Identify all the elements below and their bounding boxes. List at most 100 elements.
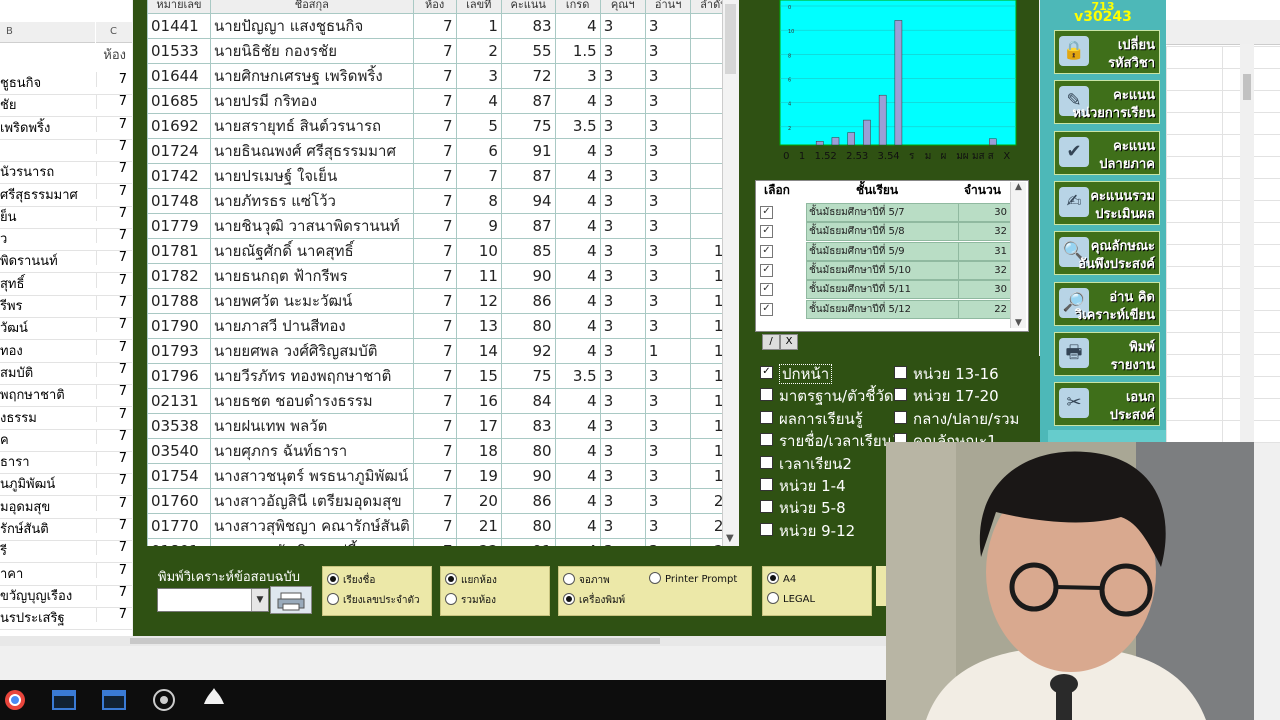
score-cell[interactable]: 1 [644, 338, 692, 364]
score-cell[interactable]: 4 [554, 238, 601, 264]
score-cell[interactable]: 91 [500, 538, 556, 546]
student-id-cell[interactable]: 01770 [147, 513, 211, 539]
score-cell[interactable]: 4 [554, 488, 601, 514]
table-row[interactable]: 01790นายภาสวี ปานสีทอง7138043313 [147, 313, 737, 339]
score-cell[interactable]: 3 [455, 63, 502, 89]
score-cell[interactable]: 3 [644, 263, 692, 289]
score-cell[interactable]: 19 [455, 463, 502, 489]
clear-all-button[interactable]: X [780, 334, 798, 350]
sheet-row[interactable]: ค7 [0, 428, 132, 452]
sheet-cell-room[interactable]: 7 [96, 562, 127, 578]
sheet-row[interactable]: ชูธนกิจ 7 [0, 72, 132, 95]
radio-option[interactable]: เรียงเลขประจำตัว [327, 593, 420, 608]
score-cell[interactable]: 17 [455, 413, 502, 439]
score-cell[interactable]: 3 [599, 388, 646, 414]
exam-version-combo[interactable]: ▼ [157, 588, 269, 612]
print-option-checkbox[interactable]: หน่วย 13-16 [894, 362, 999, 383]
table-row[interactable]: 01782นายธนกฤต ฟ้ากรีพร7119043311 [147, 263, 737, 289]
sheet-cell-room[interactable]: 7 [96, 406, 127, 422]
sheet-cell-name[interactable]: นรประเสริฐ [0, 607, 95, 628]
score-cell[interactable]: 3 [644, 438, 692, 464]
sheet-row[interactable]: สมบัติ 7 [0, 361, 132, 385]
sheet-row[interactable]: พฤกษาชาติ 7 [0, 384, 132, 408]
score-cell[interactable]: 75 [500, 113, 556, 139]
sheet-cell-room[interactable]: 7 [96, 161, 127, 177]
score-cell[interactable]: 87 [500, 88, 556, 114]
sheet-cell-name[interactable]: ขวัญบุญเรือง [0, 585, 95, 606]
sheet-row[interactable]: งธรรม 7 [0, 406, 132, 430]
scroll-down-arrow-icon[interactable]: ▼ [726, 533, 734, 544]
score-cell[interactable]: 15 [455, 363, 502, 389]
score-cell[interactable]: 7 [412, 38, 457, 64]
print-option-checkbox[interactable]: หน่วย 1-4 [760, 474, 846, 495]
radio-option[interactable]: Printer Prompt [649, 572, 737, 585]
table-row[interactable]: 01779นายชินวุฒิ วาสนาพิดรานนท์79874339 [147, 213, 737, 239]
score-cell[interactable]: 3 [599, 163, 646, 189]
sheet-row[interactable]: รีพร 7 [0, 295, 132, 318]
class-row[interactable]: ✓ ชั้นมัธยมศึกษาปีที่ 5/9 31 [758, 241, 1011, 261]
checkbox-box[interactable] [894, 410, 907, 424]
class-count[interactable]: 30 [958, 280, 1011, 300]
class-list-scrollbar[interactable]: ▲ ▼ [1010, 182, 1026, 328]
print-option-checkbox[interactable]: หน่วย 17-20 [894, 384, 999, 405]
score-cell[interactable]: 85 [500, 238, 556, 264]
score-cell[interactable]: 21 [455, 513, 502, 539]
score-cell[interactable]: 3 [644, 363, 692, 389]
score-cell[interactable]: 16 [455, 388, 502, 414]
student-id-cell[interactable]: 01793 [147, 338, 211, 364]
sheet-cell-room[interactable]: 7 [96, 540, 127, 556]
sheet-cell-name[interactable]: เพริดพริ้ง [0, 117, 95, 138]
sheet-cell-name[interactable]: นภูมิพัฒน์ [0, 473, 95, 494]
sheet-cell-name[interactable]: ย็น [0, 206, 95, 227]
score-cell[interactable]: 3 [599, 413, 646, 439]
score-cell[interactable]: 4 [554, 438, 601, 464]
radio-dot[interactable] [767, 572, 779, 584]
column-header-c[interactable]: C [96, 22, 132, 43]
grid-header-cell[interactable]: ห้อง [412, 0, 457, 14]
check-all-button[interactable]: / [762, 334, 780, 350]
print-option-checkbox[interactable]: หน่วย 5-8 [760, 496, 846, 517]
checkbox-box[interactable] [760, 388, 773, 402]
score-cell[interactable]: 80 [500, 438, 556, 464]
score-cell[interactable]: 3 [644, 313, 692, 339]
class-name[interactable]: ชั้นมัธยมศึกษาปีที่ 5/8 [806, 222, 960, 242]
score-cell[interactable]: 7 [412, 488, 457, 514]
score-cell[interactable]: 7 [412, 138, 457, 164]
sheet-cell-room[interactable]: 7 [96, 361, 127, 377]
score-cell[interactable]: 3.5 [554, 363, 601, 389]
score-cell[interactable]: 3 [599, 38, 646, 64]
sheet-cell-name[interactable]: ว [0, 228, 95, 249]
radio-dot[interactable] [327, 593, 339, 605]
sheet-cell-room[interactable]: 7 [96, 451, 127, 467]
score-cell[interactable]: 7 [412, 88, 457, 114]
score-cell[interactable]: 7 [412, 363, 457, 389]
student-name-cell[interactable]: นายวีรภัทร ทองพฤกษาชาติ [209, 363, 414, 389]
sheet-cell-room[interactable]: 7 [96, 607, 127, 623]
radio-option[interactable]: LEGAL [767, 592, 815, 605]
student-name-cell[interactable]: นายศุภกร ฉันท์ธารา [209, 438, 414, 464]
student-name-cell[interactable]: นายธนกฤต ฟ้ากรีพร [209, 263, 414, 289]
score-cell[interactable]: 3 [644, 13, 692, 39]
score-cell[interactable]: 80 [500, 513, 556, 539]
student-id-cell[interactable]: 01644 [147, 63, 211, 89]
student-grid[interactable]: หมายเลข ชื่อสกุล ห้อง เลขที่ คะแนน เกรด คุณฯ อ่… [147, 0, 738, 546]
table-row[interactable]: 01781นายณัฐศักดิ์ นาคสุทธิ์7108543310 [147, 238, 737, 264]
sheet-cell-name[interactable]: รีพร [0, 295, 95, 316]
score-cell[interactable]: 3 [644, 463, 692, 489]
score-cell[interactable]: 3 [644, 388, 692, 414]
sheet-cell-room[interactable]: 7 [96, 72, 127, 87]
score-cell[interactable]: 4 [554, 288, 601, 314]
score-cell[interactable]: 9 [455, 213, 502, 239]
class-row[interactable]: ✓ ชั้นมัธยมศึกษาปีที่ 5/11 30 [758, 280, 1011, 300]
table-row[interactable]: 01793นายยศพล วงศ์ศิริญสมบัติ7149243114 [147, 338, 737, 364]
table-row[interactable]: 01770 นางสาวสุพิชญา คณารักษ์สันติ 7 21 80 4 3 3… [147, 513, 737, 539]
print-option-checkbox[interactable]: ผลการเรียนรู้ [760, 407, 863, 428]
radio-option[interactable]: รวมห้อง [445, 593, 496, 608]
score-cell[interactable]: 13 [455, 313, 502, 339]
sheet-row[interactable]: รักษ์สันติ 7 [0, 518, 132, 541]
sheet-cell-name[interactable]: พฤกษาชาติ [0, 384, 95, 405]
table-row[interactable]: 01692นายสรายุทธ์ สินต์วรนารถ75753.5335 [147, 113, 737, 139]
score-cell[interactable]: 4 [554, 13, 601, 39]
table-row[interactable]: 02131นายธชต ชอบดำรงธรรม7168443316 [147, 388, 737, 414]
checkbox-box[interactable] [760, 410, 773, 424]
